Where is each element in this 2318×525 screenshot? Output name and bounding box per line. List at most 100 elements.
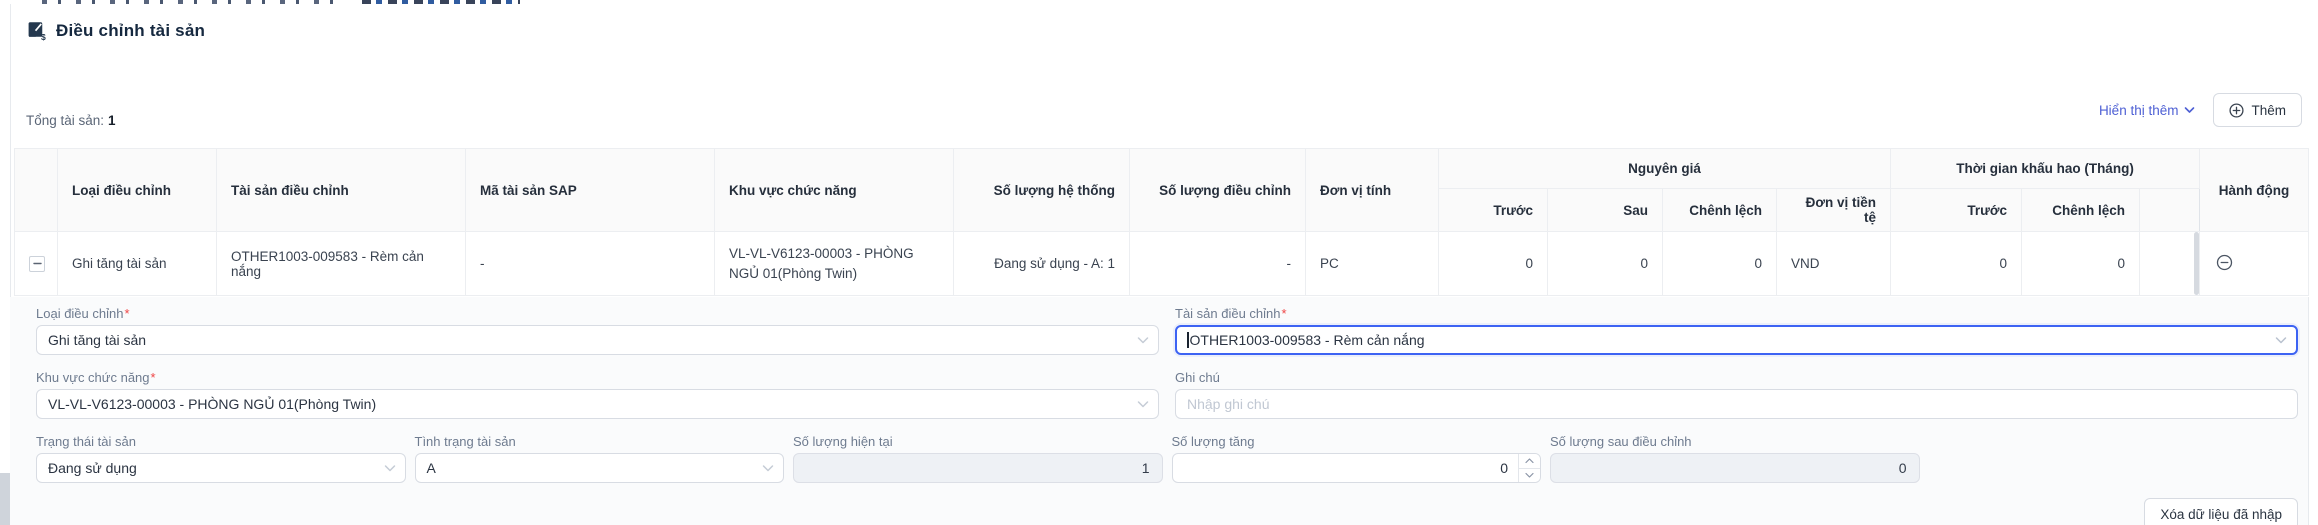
field-khu-vuc-chuc-nang: Khu vực chức năng* VL-VL-V6123-00003 - P… xyxy=(36,371,1159,419)
step-down-icon[interactable] xyxy=(1519,469,1540,483)
col-expand xyxy=(15,149,58,232)
col-nguyen-gia-chenh-lech: Chênh lệch xyxy=(1663,189,1777,232)
show-more-link[interactable]: Hiển thị thêm xyxy=(2099,103,2196,118)
col-nguyen-gia-sau: Sau xyxy=(1548,189,1663,232)
select-value: OTHER1003-009583 - Rèm cản nắng xyxy=(1190,332,1425,348)
add-button-label: Thêm xyxy=(2251,103,2286,118)
expanded-row-form: Loại điều chỉnh* Ghi tăng tài sản Tài sả… xyxy=(10,297,2309,525)
field-loai-dieu-chinh: Loại điều chỉnh* Ghi tăng tài sản xyxy=(36,307,1159,355)
remove-row-button[interactable] xyxy=(2216,254,2233,271)
select-value: Đang sử dụng xyxy=(48,460,137,476)
table-row: Ghi tăng tài sản OTHER1003-009583 - Rèm … xyxy=(15,232,2309,296)
field-so-luong-hien-tai: Số lượng hiện tại xyxy=(793,435,1163,483)
select-value: A xyxy=(427,460,436,476)
cell-khau-hao-truoc: 0 xyxy=(1891,232,2022,296)
expand-cell xyxy=(15,232,58,296)
cell-nguyen-gia-truoc: 0 xyxy=(1439,232,1548,296)
asset-table: Loại điều chỉnh Tài sản điều chỉnh Mã tà… xyxy=(14,148,2309,296)
chevron-down-icon xyxy=(2184,106,2195,114)
total-assets-value: 1 xyxy=(108,113,116,128)
cell-loai-dieu-chinh: Ghi tăng tài sản xyxy=(58,232,217,296)
table-vertical-scrollbar[interactable] xyxy=(2194,232,2199,295)
so-luong-sau-dieu-chinh-input xyxy=(1550,453,1920,483)
chevron-down-icon xyxy=(1137,396,1149,412)
toolbar-right: Hiển thị thêm Thêm xyxy=(2099,93,2302,127)
chevron-down-icon xyxy=(762,460,774,476)
loai-dieu-chinh-select[interactable]: Ghi tăng tài sản xyxy=(36,325,1159,355)
clipped-text-top xyxy=(362,0,520,4)
page-header: $ Điều chỉnh tài sản xyxy=(26,20,205,41)
field-ghi-chu: Ghi chú xyxy=(1175,371,2298,419)
required-asterisk: * xyxy=(1282,306,1287,321)
field-label: Số lượng tăng xyxy=(1172,435,1542,449)
cell-so-luong-he-thong: Đang sử dụng - A: 1 xyxy=(954,232,1130,296)
page-title: Điều chỉnh tài sản xyxy=(56,21,205,41)
required-asterisk: * xyxy=(151,370,156,385)
chevron-down-icon xyxy=(1137,332,1149,348)
text-caret xyxy=(1187,332,1189,348)
col-so-luong-dieu-chinh: Số lượng điều chỉnh xyxy=(1130,149,1306,232)
col-loai-dieu-chinh: Loại điều chỉnh xyxy=(58,149,217,232)
tinh-trang-tai-san-select[interactable]: A xyxy=(415,453,785,483)
field-label: Khu vực chức năng* xyxy=(36,371,1159,385)
cell-don-vi-tinh: PC xyxy=(1306,232,1439,296)
show-more-label: Hiển thị thêm xyxy=(2099,103,2179,118)
chevron-down-icon xyxy=(2275,332,2287,348)
cell-scrollbar-spacer xyxy=(2140,232,2200,296)
field-label: Loại điều chỉnh* xyxy=(36,307,1159,321)
select-value: VL-VL-V6123-00003 - PHÒNG NGỦ 01(Phòng T… xyxy=(48,396,376,412)
field-so-luong-sau-dieu-chinh: Số lượng sau điều chỉnh xyxy=(1550,435,1920,483)
col-tai-san-dieu-chinh: Tài sản điều chỉnh xyxy=(217,149,466,232)
chevron-down-icon xyxy=(384,460,396,476)
select-value: Ghi tăng tài sản xyxy=(48,332,146,348)
group-nguyen-gia: Nguyên giá xyxy=(1439,149,1891,189)
cell-so-luong-dieu-chinh: - xyxy=(1130,232,1306,296)
total-assets: Tổng tài sản: 1 xyxy=(26,113,116,128)
svg-text:$: $ xyxy=(41,32,46,41)
so-luong-hien-tai-input xyxy=(793,453,1163,483)
col-don-vi-tinh: Đơn vị tính xyxy=(1306,149,1439,232)
step-up-icon[interactable] xyxy=(1519,454,1540,469)
cell-ma-tai-san-sap: - xyxy=(466,232,715,296)
col-don-vi-tien-te: Đơn vị tiền tệ xyxy=(1777,189,1891,232)
ghi-chu-input[interactable] xyxy=(1175,389,2298,419)
cell-khu-vuc-chuc-nang: VL-VL-V6123-00003 - PHÒNG NGỦ 01(Phòng T… xyxy=(715,232,954,296)
field-trang-thai-tai-san: Trạng thái tài sản Đang sử dụng xyxy=(36,435,406,483)
asset-adjustment-page: $ Điều chỉnh tài sản Tổng tài sản: 1 Hiển… xyxy=(0,0,2318,525)
cell-tai-san-dieu-chinh: OTHER1003-009583 - Rèm cản nắng xyxy=(217,232,466,296)
group-thoi-gian-khau-hao: Thời gian khấu hao (Tháng) xyxy=(1891,149,2200,189)
col-scrollbar-spacer xyxy=(2140,189,2200,232)
col-ma-tai-san-sap: Mã tài sản SAP xyxy=(466,149,715,232)
col-khau-hao-truoc: Trước xyxy=(1891,189,2022,232)
khu-vuc-chuc-nang-select[interactable]: VL-VL-V6123-00003 - PHÒNG NGỦ 01(Phòng T… xyxy=(36,389,1159,419)
field-tinh-trang-tai-san: Tình trạng tài sản A xyxy=(415,435,785,483)
col-hanh-dong: Hành động xyxy=(2200,149,2309,232)
field-label: Số lượng sau điều chỉnh xyxy=(1550,435,1920,449)
collapse-row-button[interactable] xyxy=(29,256,45,272)
total-assets-label: Tổng tài sản: xyxy=(26,113,104,128)
cell-nguyen-gia-chenh-lech: 0 xyxy=(1663,232,1777,296)
field-label: Trạng thái tài sản xyxy=(36,435,406,449)
field-label: Số lượng hiện tại xyxy=(793,435,1163,449)
scrollbar-thumb[interactable] xyxy=(0,473,10,525)
col-khau-hao-chenh-lech: Chênh lệch xyxy=(2022,189,2140,232)
col-khu-vuc-chuc-nang: Khu vực chức năng xyxy=(715,149,954,232)
form-footer: Xóa dữ liệu đã nhập xyxy=(36,498,2298,525)
cell-hanh-dong xyxy=(2200,232,2309,296)
field-label: Tài sản điều chỉnh* xyxy=(1175,307,2298,321)
cell-nguyen-gia-sau: 0 xyxy=(1548,232,1663,296)
tai-san-dieu-chinh-select[interactable]: OTHER1003-009583 - Rèm cản nắng xyxy=(1175,325,2298,355)
field-tai-san-dieu-chinh: Tài sản điều chỉnh* OTHER1003-009583 - R… xyxy=(1175,307,2298,355)
field-label: Tình trạng tài sản xyxy=(415,435,785,449)
cell-don-vi-tien-te: VND xyxy=(1777,232,1891,296)
add-button[interactable]: Thêm xyxy=(2213,93,2302,127)
clear-data-button[interactable]: Xóa dữ liệu đã nhập xyxy=(2144,498,2298,525)
trang-thai-tai-san-select[interactable]: Đang sử dụng xyxy=(36,453,406,483)
required-asterisk: * xyxy=(124,306,129,321)
field-empty xyxy=(1929,435,2299,483)
plus-circle-icon xyxy=(2229,103,2244,118)
cell-khau-hao-chenh-lech: 0 xyxy=(2022,232,2140,296)
clipped-text-top xyxy=(42,0,342,4)
so-luong-tang-input[interactable] xyxy=(1172,453,1542,483)
number-stepper[interactable] xyxy=(1518,454,1540,482)
